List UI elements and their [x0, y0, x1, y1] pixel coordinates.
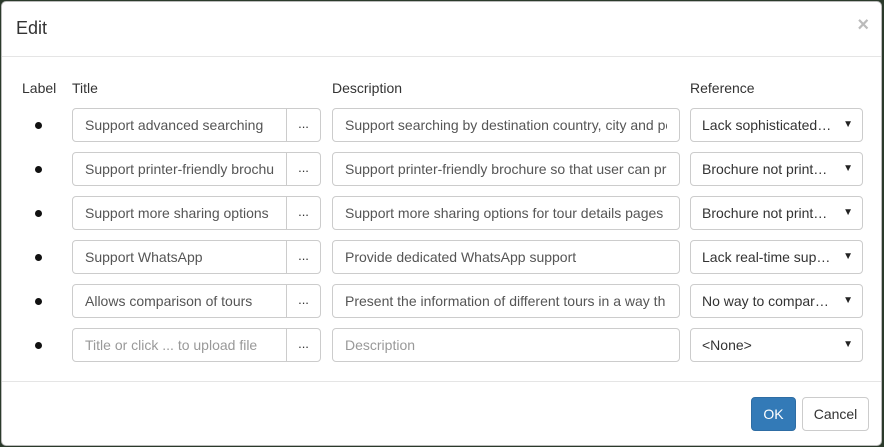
- title-input[interactable]: [72, 240, 287, 274]
- description-input[interactable]: [332, 284, 680, 318]
- cancel-button[interactable]: Cancel: [802, 397, 869, 431]
- description-input[interactable]: [332, 108, 680, 142]
- reference-select[interactable]: <None> ▼: [690, 328, 863, 362]
- upload-file-button[interactable]: ...: [286, 328, 321, 362]
- upload-file-button[interactable]: ...: [286, 240, 321, 274]
- title-input[interactable]: [72, 108, 287, 142]
- label-bullet-icon: [35, 298, 42, 305]
- reference-select-value: No way to compare ...: [702, 293, 832, 309]
- caret-down-icon: ▼: [843, 339, 853, 350]
- column-header-description: Description: [332, 80, 403, 96]
- reference-select[interactable]: Lack sophisticated ... ▼: [690, 108, 863, 142]
- reference-select-value: Lack real-time supp...: [702, 249, 832, 265]
- table-row: ... Lack sophisticated ... ▼: [2, 108, 881, 142]
- label-bullet-icon: [35, 166, 42, 173]
- upload-file-button[interactable]: ...: [286, 152, 321, 186]
- table-row: ... No way to compare ... ▼: [2, 284, 881, 318]
- label-bullet-icon: [35, 342, 42, 349]
- table-row: ... Lack real-time supp... ▼: [2, 240, 881, 274]
- reference-select-value: <None>: [702, 337, 752, 353]
- description-input[interactable]: [332, 240, 680, 274]
- reference-select[interactable]: Brochure not printa... ▼: [690, 152, 863, 186]
- new-table-row: ... <None> ▼: [2, 328, 881, 362]
- table-row: ... Brochure not printa... ▼: [2, 196, 881, 230]
- reference-select-value: Lack sophisticated ...: [702, 117, 832, 133]
- description-input[interactable]: [332, 152, 680, 186]
- column-header-title: Title: [72, 80, 98, 96]
- caret-down-icon: ▼: [843, 207, 853, 218]
- caret-down-icon: ▼: [843, 251, 853, 262]
- description-input[interactable]: [332, 196, 680, 230]
- column-header-reference: Reference: [690, 80, 755, 96]
- column-header-label: Label: [22, 80, 57, 96]
- caret-down-icon: ▼: [843, 163, 853, 174]
- label-bullet-icon: [35, 210, 42, 217]
- reference-select[interactable]: No way to compare ... ▼: [690, 284, 863, 318]
- caret-down-icon: ▼: [843, 295, 853, 306]
- title-input[interactable]: [72, 284, 287, 318]
- new-description-input[interactable]: [332, 328, 680, 362]
- reference-select-value: Brochure not printa...: [702, 161, 832, 177]
- title-input[interactable]: [72, 152, 287, 186]
- label-bullet-icon: [35, 254, 42, 261]
- upload-file-button[interactable]: ...: [286, 108, 321, 142]
- dialog-header: Edit ×: [2, 2, 881, 57]
- dialog-body: Label Title Description Reference ... La…: [2, 57, 881, 382]
- title-input[interactable]: [72, 196, 287, 230]
- new-title-input[interactable]: [72, 328, 287, 362]
- reference-select[interactable]: Lack real-time supp... ▼: [690, 240, 863, 274]
- upload-file-button[interactable]: ...: [286, 284, 321, 318]
- dialog-footer: OK Cancel: [2, 382, 881, 445]
- table-row: ... Brochure not printa... ▼: [2, 152, 881, 186]
- dialog-title: Edit: [16, 18, 48, 38]
- ok-button[interactable]: OK: [751, 397, 796, 431]
- close-icon[interactable]: ×: [857, 14, 869, 37]
- label-bullet-icon: [35, 122, 42, 129]
- reference-select-value: Brochure not printa...: [702, 205, 832, 221]
- caret-down-icon: ▼: [843, 119, 853, 130]
- upload-file-button[interactable]: ...: [286, 196, 321, 230]
- edit-dialog: Edit × Label Title Description Reference…: [1, 1, 882, 446]
- reference-select[interactable]: Brochure not printa... ▼: [690, 196, 863, 230]
